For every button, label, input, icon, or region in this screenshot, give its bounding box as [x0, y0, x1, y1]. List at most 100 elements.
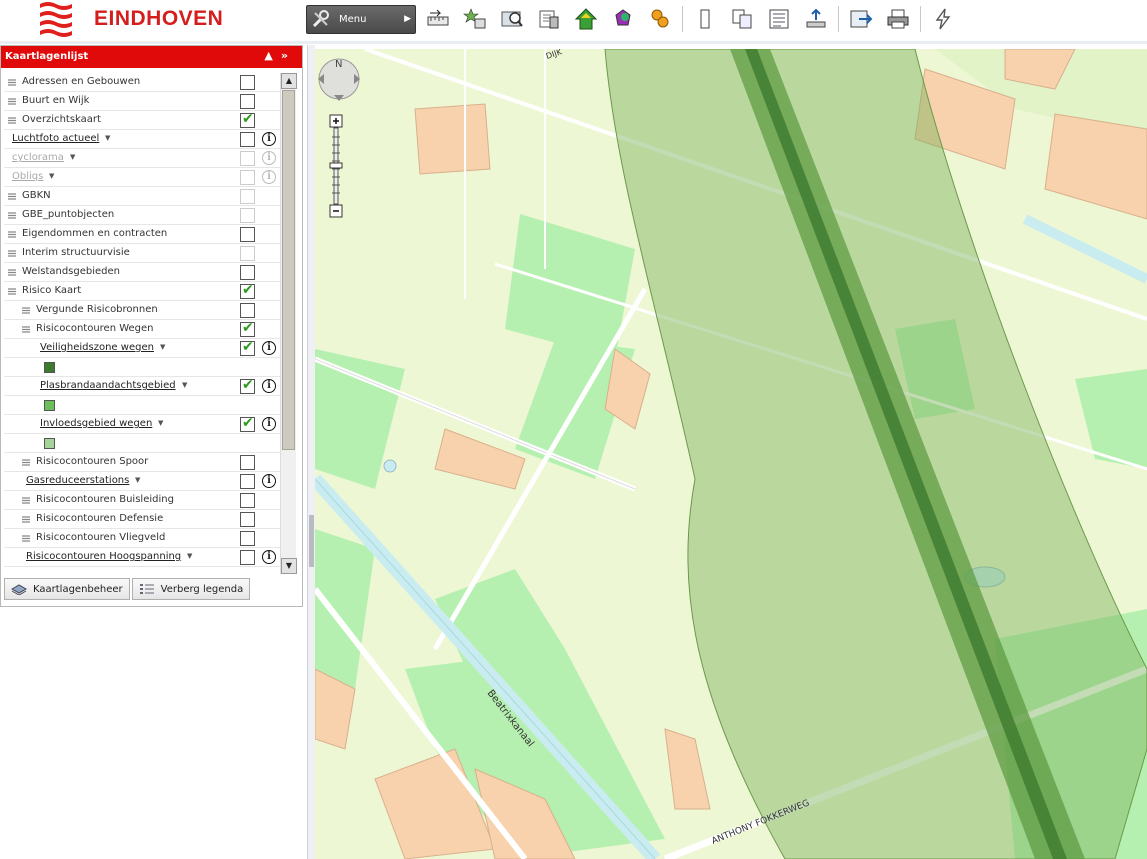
layer-checkbox[interactable]	[240, 265, 255, 280]
info-icon[interactable]: i	[262, 132, 276, 146]
info-icon[interactable]: i	[262, 151, 276, 165]
layer-name: Risico Kaart	[22, 285, 82, 296]
layer-checkbox[interactable]	[240, 246, 255, 261]
copy-button[interactable]	[727, 4, 757, 34]
upload-button[interactable]	[801, 4, 831, 34]
document-search-button[interactable]	[534, 4, 564, 34]
splitter-grip[interactable]	[309, 515, 314, 567]
layer-row: Obliqs ▼ i	[4, 168, 296, 187]
dropdown-caret-icon[interactable]: ▼	[158, 419, 163, 427]
layer-checkbox[interactable]	[240, 170, 255, 185]
print-button[interactable]	[883, 4, 913, 34]
layer-name: Buurt en Wijk	[22, 95, 90, 106]
layer-stack-icon	[22, 535, 30, 542]
layer-stack-icon	[8, 250, 16, 257]
dropdown-caret-icon[interactable]: ▼	[135, 476, 140, 484]
double-chevron-right-icon[interactable]: »	[281, 49, 296, 62]
layer-name[interactable]: Plasbrandaandachtsgebied	[40, 380, 176, 391]
layer-stack-icon	[8, 98, 16, 105]
menu-button[interactable]: Menu ▶	[306, 4, 416, 34]
dropdown-caret-icon[interactable]: ▼	[182, 381, 187, 389]
scroll-thumb[interactable]	[282, 90, 295, 450]
layer-row: Risicocontouren Wegen ✔	[4, 320, 296, 339]
layer-checkbox[interactable]	[240, 208, 255, 223]
scroll-up-icon[interactable]: ▲	[281, 73, 297, 89]
layer-checkbox[interactable]	[240, 531, 255, 546]
layer-list-scrollbar[interactable]: ▲ ▼	[280, 73, 297, 574]
layer-checkbox[interactable]: ✔	[240, 377, 255, 394]
dropdown-caret-icon[interactable]: ▼	[105, 134, 110, 142]
bookmark-button[interactable]	[608, 4, 638, 34]
layer-checkbox[interactable]	[240, 303, 255, 318]
dropdown-caret-icon[interactable]: ▼	[160, 343, 165, 351]
dropdown-caret-icon[interactable]: ▼	[49, 172, 54, 180]
layer-name[interactable]: Luchtfoto actueel	[12, 133, 99, 144]
info-icon[interactable]: i	[262, 170, 276, 184]
hide-legend-button[interactable]: Verberg legenda	[131, 578, 251, 600]
favorites-button[interactable]	[460, 4, 490, 34]
info-icon[interactable]: i	[262, 474, 276, 488]
layer-stack-icon	[8, 269, 16, 276]
layer-checkbox[interactable]	[240, 227, 255, 242]
layer-checkbox[interactable]: ✔	[240, 320, 255, 337]
print-icon	[887, 9, 909, 29]
layer-row: Buurt en Wijk	[4, 92, 296, 111]
layer-name[interactable]: Invloedsgebied wegen	[40, 418, 152, 429]
info-icon[interactable]: i	[262, 341, 276, 355]
map-navigation[interactable]: N	[315, 49, 371, 229]
layer-row: Risicocontouren Hoogspanning ▼ i	[4, 548, 296, 567]
layer-name: Risicocontouren Vliegveld	[36, 532, 166, 543]
pan-control[interactable]: N	[318, 58, 360, 101]
scroll-down-icon[interactable]: ▼	[281, 558, 297, 574]
layer-checkbox[interactable]	[240, 151, 255, 166]
layer-name[interactable]: Gasreduceerstations	[26, 475, 129, 486]
layer-checkbox[interactable]	[240, 75, 255, 90]
search-button[interactable]	[497, 4, 527, 34]
layer-checkbox[interactable]: ✔	[240, 339, 255, 356]
coins-button[interactable]	[645, 4, 675, 34]
legend-swatch-row	[4, 396, 296, 415]
layer-row: Welstandsgebieden	[4, 263, 296, 282]
layer-panel-title: Kaartlagenlijst	[5, 51, 89, 62]
layer-checkbox[interactable]	[240, 94, 255, 109]
lightning-button[interactable]	[928, 4, 958, 34]
single-page-icon	[700, 9, 710, 29]
layer-row: Gasreduceerstations ▼ i	[4, 472, 296, 491]
legend-swatch	[44, 400, 55, 411]
map-view[interactable]: Beatrixkanaal ANTHONY FOKKERWEG DIJK N	[315, 49, 1147, 859]
layer-checkbox[interactable]	[240, 474, 255, 489]
zoom-in-button[interactable]	[329, 114, 343, 128]
layer-checkbox[interactable]	[240, 455, 255, 470]
layer-row: Risicocontouren Buisleiding	[4, 491, 296, 510]
list-button[interactable]	[764, 4, 794, 34]
layer-checkbox[interactable]	[240, 132, 255, 147]
coins-icon	[651, 9, 669, 28]
home-button[interactable]	[571, 4, 601, 34]
layer-checkbox[interactable]: ✔	[240, 415, 255, 432]
collapse-up-icon[interactable]: ▲	[264, 49, 280, 62]
layer-row: Overzichtskaart ✔	[4, 111, 296, 130]
dropdown-caret-icon[interactable]: ▼	[187, 552, 192, 560]
layer-checkbox[interactable]	[240, 493, 255, 508]
measure-button[interactable]	[423, 4, 453, 34]
panel-splitter[interactable]	[307, 45, 315, 859]
dropdown-caret-icon[interactable]: ▼	[70, 153, 75, 161]
layer-name[interactable]: Veiligheidszone wegen	[40, 342, 154, 353]
layer-checkbox[interactable]	[240, 512, 255, 527]
info-icon[interactable]: i	[262, 379, 276, 393]
info-icon[interactable]: i	[262, 550, 276, 564]
export-icon	[850, 10, 873, 28]
layer-name[interactable]: Risicocontouren Hoogspanning	[26, 551, 181, 562]
layer-checkbox[interactable]	[240, 550, 255, 565]
zoom-slider-handle[interactable]	[329, 162, 343, 169]
export-button[interactable]	[846, 4, 876, 34]
layer-checkbox[interactable]: ✔	[240, 111, 255, 128]
info-icon[interactable]: i	[262, 417, 276, 431]
layer-checkbox[interactable]: ✔	[240, 282, 255, 299]
map-canvas[interactable]: Beatrixkanaal ANTHONY FOKKERWEG DIJK	[315, 49, 1147, 859]
zoom-out-button[interactable]	[329, 204, 343, 218]
layer-manager-button[interactable]: Kaartlagenbeheer	[4, 578, 130, 600]
layer-manager-label: Kaartlagenbeheer	[33, 583, 123, 595]
layer-checkbox[interactable]	[240, 189, 255, 204]
single-page-button[interactable]	[690, 4, 720, 34]
